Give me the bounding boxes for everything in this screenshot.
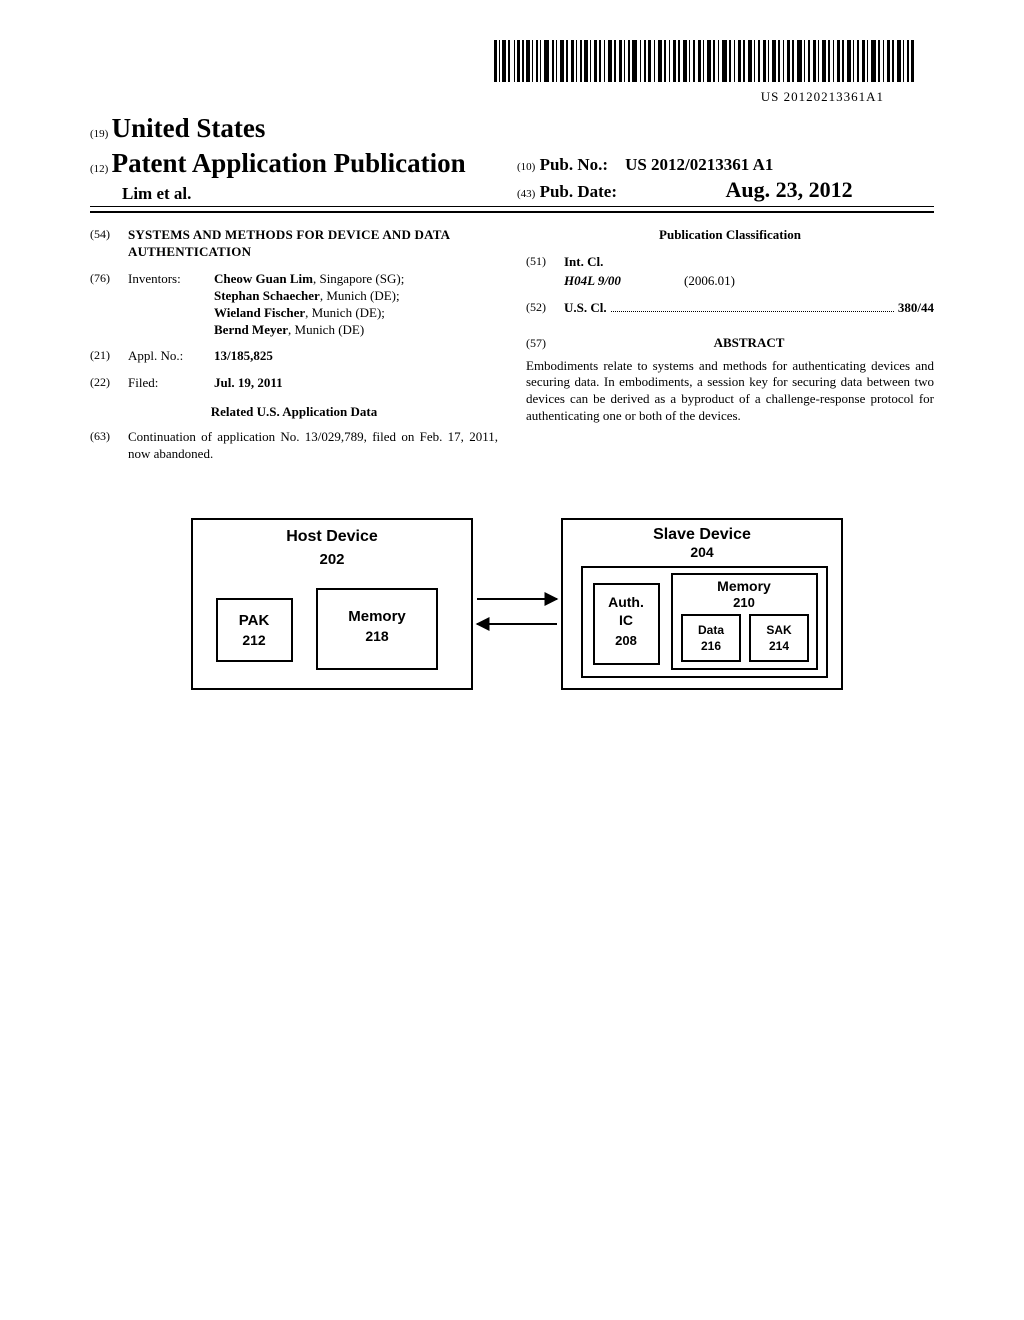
- code-12: (12): [90, 163, 108, 175]
- code-10: (10): [517, 161, 535, 173]
- related-heading: Related U.S. Application Data: [90, 404, 498, 421]
- pubno-value: US 2012/0213361 A1: [625, 155, 773, 174]
- host-ref: 202: [319, 551, 344, 568]
- intcl-symbol: H04L 9/00: [564, 273, 684, 290]
- sak-ref: 214: [769, 639, 789, 653]
- inventor-loc: , Singapore (SG);: [313, 271, 404, 286]
- code-19: (19): [90, 128, 108, 140]
- uscl-label: U.S. Cl.: [564, 300, 607, 317]
- data-label: Data: [698, 623, 724, 637]
- inventor-name: Wieland Fischer: [214, 305, 305, 320]
- filed-label: Filed:: [128, 375, 214, 392]
- inventor-loc: , Munich (DE);: [320, 288, 400, 303]
- inventor-loc: , Munich (DE): [288, 322, 364, 337]
- pak-label: PAK: [239, 612, 270, 629]
- host-title: Host Device: [286, 528, 378, 545]
- barcode-region: US 20120213361A1: [494, 40, 914, 106]
- pubdate-label: Pub. Date:: [540, 182, 617, 201]
- sak-label: SAK: [766, 623, 792, 637]
- abstract-heading: ABSTRACT: [564, 335, 934, 352]
- inventor-loc: , Munich (DE);: [305, 305, 385, 320]
- slave-mem-ref: 210: [733, 595, 755, 610]
- filed-value: Jul. 19, 2011: [214, 375, 498, 392]
- host-mem-ref: 218: [365, 628, 389, 644]
- inventor-name: Stephan Schaecher: [214, 288, 320, 303]
- slave-ref: 204: [690, 544, 714, 560]
- inventors-list: Cheow Guan Lim, Singapore (SG); Stephan …: [214, 271, 498, 339]
- appl-code: (21): [90, 348, 128, 365]
- barcode-text: US 20120213361A1: [494, 89, 884, 106]
- authic-ref: 208: [615, 633, 637, 648]
- pak-ref: 212: [242, 632, 266, 648]
- continuation-text: Continuation of application No. 13/029,7…: [128, 429, 498, 463]
- slave-mem-label: Memory: [717, 578, 771, 594]
- inventors-label: Inventors:: [128, 271, 214, 339]
- intcl-date: (2006.01): [684, 273, 735, 290]
- invention-title: SYSTEMS AND METHODS FOR DEVICE AND DATA …: [128, 227, 498, 261]
- inventors-code: (76): [90, 271, 128, 339]
- publication-type: Patent Application Publication: [112, 148, 466, 178]
- inventor-name: Cheow Guan Lim: [214, 271, 313, 286]
- appl-value: 13/185,825: [214, 348, 498, 365]
- host-mem-label: Memory: [348, 608, 406, 625]
- continuation-code: (63): [90, 429, 128, 463]
- appl-label: Appl. No.:: [128, 348, 214, 365]
- slave-title: Slave Device: [653, 526, 751, 543]
- classification-heading: Publication Classification: [526, 227, 934, 244]
- pubdate-value: Aug. 23, 2012: [726, 177, 853, 202]
- inventor-name: Bernd Meyer: [214, 322, 288, 337]
- abstract-text: Embodiments relate to systems and method…: [526, 358, 934, 426]
- code-43: (43): [517, 188, 535, 200]
- uscl-dots: [611, 300, 894, 311]
- uscl-value: 380/44: [898, 300, 934, 317]
- title-code: (54): [90, 227, 128, 261]
- abstract-code: (57): [526, 336, 564, 352]
- filed-code: (22): [90, 375, 128, 392]
- intcl-code: (51): [526, 254, 564, 271]
- pubno-label: Pub. No.:: [540, 155, 608, 174]
- barcode: [494, 40, 914, 82]
- country: United States: [112, 113, 266, 143]
- authic-l2: IC: [619, 612, 633, 628]
- data-ref: 216: [701, 639, 721, 653]
- intcl-label: Int. Cl.: [564, 254, 603, 271]
- uscl-code: (52): [526, 300, 564, 317]
- figure: Host Device 202 PAK 212 Memory 218 Slave…: [90, 509, 934, 709]
- author-line: Lim et al.: [90, 183, 507, 205]
- authic-l1: Auth.: [608, 594, 644, 610]
